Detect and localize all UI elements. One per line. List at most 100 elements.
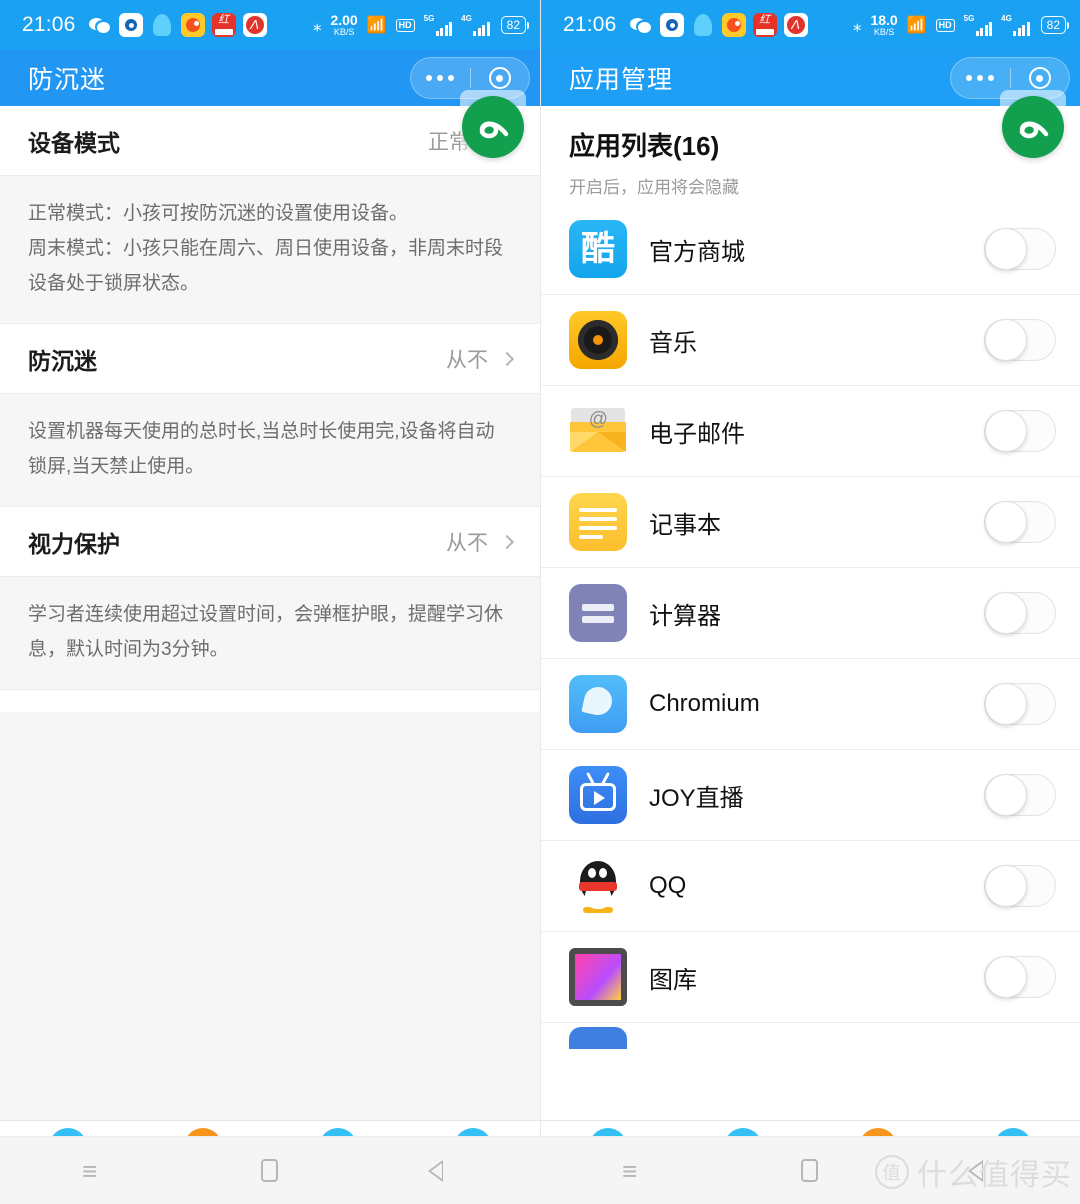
app-toggle[interactable] [984, 592, 1056, 634]
camera-icon [118, 13, 143, 37]
home-square-icon[interactable] [261, 1159, 279, 1182]
app-row-partial[interactable] [541, 1023, 1080, 1049]
row-anti-addiction[interactable]: 防沉迷 从不 [0, 324, 540, 394]
app-row-joy-live[interactable]: JOY直播 [541, 750, 1080, 841]
app-name: 计算器 [649, 602, 721, 630]
desc-device-mode: 正常模式：小孩可按防沉迷的设置使用设备。 周末模式：小孩只能在周六、周日使用设备… [0, 176, 540, 324]
app-toggle[interactable] [984, 228, 1056, 270]
sim2-network-label: 4G [461, 13, 472, 23]
qq-icon [569, 857, 627, 915]
app-list: 官方商城 音乐 @ 电子邮件 [541, 204, 1080, 1049]
app-row-chromium[interactable]: Chromium [541, 659, 1080, 750]
app-row-notepad[interactable]: 记事本 [541, 477, 1080, 568]
calculator-icon [569, 584, 627, 642]
app-name: 官方商城 [649, 238, 745, 266]
app-toggle[interactable] [984, 501, 1056, 543]
app-name: JOY直播 [649, 784, 744, 812]
assistive-ball-glyph [1019, 121, 1049, 139]
close-miniprogram-button[interactable] [471, 67, 530, 89]
status-bar-left: 21:06 ⁎ 2.00 KB/S 📶 HD 5G [0, 0, 540, 50]
page-title: 应用管理 [569, 66, 674, 94]
gallery-icon [569, 948, 627, 1006]
desc-line: 正常模式：小孩可按防沉迷的设置使用设备。 [28, 203, 409, 224]
signal-sim2-icon: 4G [1001, 13, 1030, 36]
status-system-icons: ⁎ 2.00 KB/S 📶 HD 5G 4G 82 [312, 13, 530, 36]
android-nav-bar: ≡ ≡ 值 什么值得买 [0, 1136, 1080, 1204]
menu-icon[interactable]: ≡ [622, 1158, 637, 1184]
app-row-gallery[interactable]: 图库 [541, 932, 1080, 1023]
app-row-qq[interactable]: QQ [541, 841, 1080, 932]
app-toggle[interactable] [984, 319, 1056, 361]
network-rate-value: 2.00 [330, 12, 358, 29]
wifi-icon: 📶 [906, 17, 927, 34]
app-name: Chromium [649, 690, 760, 717]
redbook-icon [752, 13, 777, 37]
signal-sim2-icon: 4G [461, 13, 490, 36]
wechat-icon [88, 13, 112, 37]
app-name: 记事本 [649, 511, 721, 539]
bell-icon [693, 14, 712, 36]
music-icon [569, 311, 627, 369]
desc-anti-addiction: 设置机器每天使用的总时长,当总时长使用完,设备将自动锁屏,当天禁止使用。 [0, 394, 540, 507]
row-value: 从不 [446, 348, 488, 372]
battery-indicator: 82 [1040, 16, 1070, 34]
wechat-icon [629, 13, 653, 37]
hd-voice-icon: HD [935, 18, 955, 32]
weibo-icon [721, 13, 746, 37]
right-phone-screen: 21:06 ⁎ 18.0 KB/S 📶 HD 5G [540, 0, 1080, 1204]
network-rate: 2.00 KB/S [330, 13, 357, 36]
assistive-ball-glyph [479, 121, 509, 139]
network-rate-unit: KB/S [873, 26, 895, 37]
back-triangle-icon[interactable] [428, 1159, 458, 1182]
chromium-icon [569, 675, 627, 733]
app-name: 音乐 [649, 329, 697, 357]
notepad-icon [569, 493, 627, 551]
status-bar-right: 21:06 ⁎ 18.0 KB/S 📶 HD 5G [541, 0, 1080, 50]
row-eye-protection[interactable]: 视力保护 从不 [0, 507, 540, 577]
app-row-music[interactable]: 音乐 [541, 295, 1080, 386]
desc-line: 学习者连续使用超过设置时间，会弹框护眼，提醒学习休息，默认时间为3分钟。 [28, 604, 504, 660]
row-label: 设备模式 [28, 129, 120, 156]
bluetooth-icon: ⁎ [312, 15, 322, 35]
menu-icon[interactable]: ≡ [82, 1158, 97, 1184]
row-label: 视力保护 [28, 530, 120, 557]
app-list-title: 应用列表(16) [569, 131, 720, 161]
status-notification-icons [88, 13, 267, 37]
app-toggle[interactable] [984, 956, 1056, 998]
left-phone-screen: 21:06 ⁎ 2.00 KB/S 📶 HD 5G [0, 0, 540, 1204]
row-label: 防沉迷 [28, 347, 97, 374]
assistive-ball-right[interactable] [998, 90, 1068, 168]
signal-sim1-icon: 5G [423, 13, 453, 36]
alipay-icon [242, 13, 267, 37]
assistive-ball-left[interactable] [458, 90, 528, 168]
home-square-icon[interactable] [801, 1159, 819, 1182]
app-name: 电子邮件 [649, 420, 745, 448]
app-row-calculator[interactable]: 计算器 [541, 568, 1080, 659]
app-row-email[interactable]: @ 电子邮件 [541, 386, 1080, 477]
sim2-network-label: 4G [1001, 13, 1012, 23]
app-row-store[interactable]: 官方商城 [541, 204, 1080, 295]
more-menu-button[interactable] [411, 75, 470, 81]
network-rate-unit: KB/S [333, 26, 355, 37]
sim1-network-label: 5G [423, 13, 435, 23]
sim1-network-label: 5G [963, 13, 975, 23]
app-toggle[interactable] [984, 774, 1056, 816]
row-value: 从不 [446, 531, 488, 555]
app-toggle[interactable] [984, 410, 1056, 452]
network-rate: 18.0 KB/S [870, 13, 897, 36]
app-toggle[interactable] [984, 683, 1056, 725]
app-toggle[interactable] [984, 865, 1056, 907]
chevron-right-icon [499, 534, 515, 549]
camera-icon [659, 13, 684, 37]
right-content: 应用列表(16) 开启后，应用将会隐藏 官方商城 音乐 @ [541, 106, 1080, 1120]
nav-half-left: ≡ [0, 1137, 540, 1204]
nav-half-right: ≡ [540, 1137, 1080, 1204]
more-menu-button[interactable] [951, 75, 1010, 81]
back-triangle-icon[interactable] [968, 1159, 998, 1182]
bluetooth-icon: ⁎ [852, 15, 862, 35]
dual-screenshot: 21:06 ⁎ 2.00 KB/S 📶 HD 5G [0, 0, 1080, 1204]
close-miniprogram-button[interactable] [1011, 67, 1070, 89]
hd-voice-icon: HD [395, 18, 415, 32]
network-rate-value: 18.0 [870, 12, 898, 29]
empty-area [0, 712, 540, 1120]
